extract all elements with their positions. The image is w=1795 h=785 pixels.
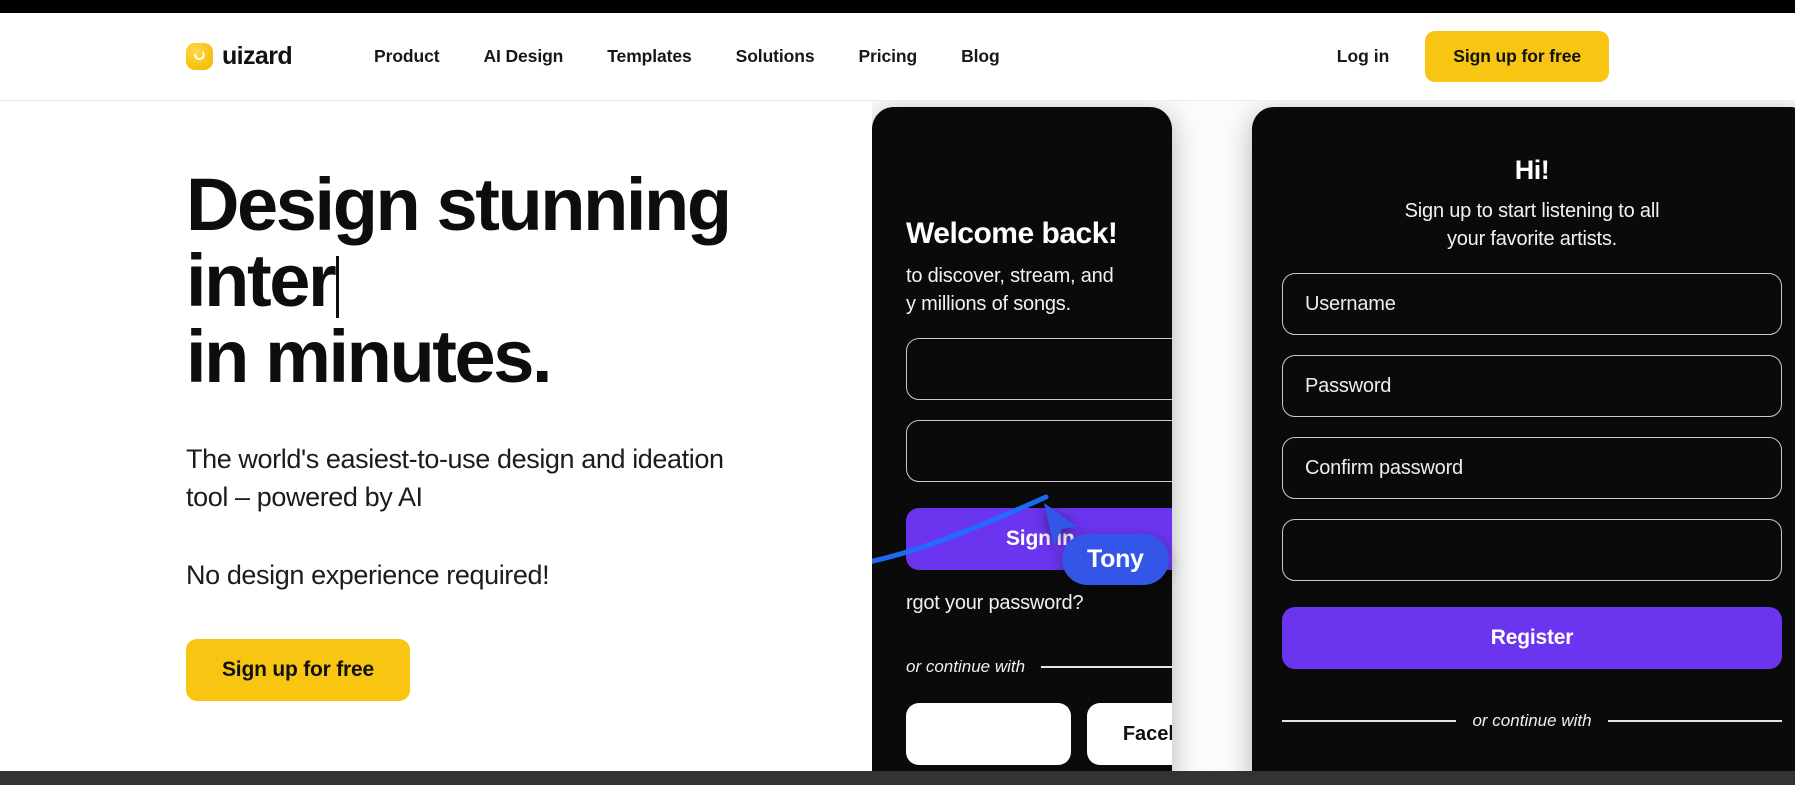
- nav-item-blog[interactable]: Blog: [939, 36, 1021, 77]
- hero-subtitle-secondary: No design experience required!: [186, 560, 550, 591]
- signin-forgot-password-link[interactable]: rgot your password?: [906, 592, 1172, 615]
- hero-subtitle: The world's easiest-to-use design and id…: [186, 443, 724, 512]
- signin-social-button-1[interactable]: [906, 703, 1071, 766]
- signup-extra-field[interactable]: [1282, 519, 1782, 582]
- nav-item-ai-design[interactable]: AI Design: [461, 36, 585, 77]
- hero-headline: Design stunning inter in minutes.: [186, 163, 906, 399]
- signup-confirm-password-field[interactable]: Confirm password: [1282, 437, 1782, 500]
- signup-password-field[interactable]: Password: [1282, 355, 1782, 418]
- signin-field-2[interactable]: [906, 420, 1172, 483]
- signup-divider: or continue with: [1282, 711, 1783, 731]
- browser-bottom-bar: [0, 771, 1795, 785]
- signup-divider-label: or continue with: [1472, 711, 1592, 731]
- hero-headline-line-1: Design stunning: [186, 163, 732, 246]
- mockup-signin-inner: Welcome back! to discover, stream, and y…: [872, 217, 1172, 766]
- signin-subtitle-line-1: to discover, stream, and: [906, 265, 1114, 287]
- nav-links: Product AI Design Templates Solutions Pr…: [352, 36, 1022, 77]
- brand-logo-link[interactable]: uizard: [186, 42, 293, 70]
- signup-divider-rule-left: [1282, 720, 1457, 723]
- signup-subtitle-line-1: Sign up to start listening to all: [1404, 200, 1660, 222]
- signup-subtitle-line-2: your favorite artists.: [1446, 227, 1618, 250]
- signin-social-row: Facebook: [906, 703, 1172, 766]
- mockup-signin-card: Welcome back! to discover, stream, and y…: [872, 107, 1172, 771]
- signin-divider: or continue with: [906, 657, 1172, 677]
- hero-mockup-stage: Welcome back! to discover, stream, and y…: [872, 101, 1795, 771]
- hero-headline-line-3: in minutes.: [186, 315, 553, 399]
- nav-signup-button[interactable]: Sign up for free: [1425, 31, 1609, 82]
- uizard-smiley-logo-icon: [186, 43, 213, 70]
- signin-submit-button[interactable]: Sign in: [906, 508, 1172, 571]
- hero-headline-line-2-wrap: inter: [186, 243, 906, 319]
- hero-headline-line-2: inter: [186, 239, 337, 323]
- hero-signup-button[interactable]: Sign up for free: [186, 638, 410, 701]
- nav-item-solutions[interactable]: Solutions: [714, 36, 837, 77]
- signin-divider-rule-right: [1041, 666, 1172, 669]
- signin-field-1[interactable]: [906, 338, 1172, 401]
- signup-title: Hi!: [1514, 155, 1550, 185]
- signup-subtitle: Sign up to start listening to all your f…: [1282, 198, 1782, 253]
- hero-section: Design stunning inter in minutes. The wo…: [0, 101, 1795, 771]
- login-link[interactable]: Log in: [1331, 38, 1395, 75]
- signin-social-button-facebook[interactable]: Facebook: [1087, 703, 1172, 766]
- site-navbar: uizard Product AI Design Templates Solut…: [0, 13, 1795, 101]
- browser-top-bar: [0, 0, 1795, 13]
- signup-username-field[interactable]: Username: [1282, 273, 1782, 336]
- mockup-signup-card: Hi! Sign up to start listening to all yo…: [1252, 107, 1795, 771]
- signup-divider-rule-right: [1607, 720, 1783, 723]
- signin-title: Welcome back!: [906, 217, 1118, 250]
- typing-caret-icon: [336, 256, 340, 319]
- signin-subtitle-line-2: y millions of songs.: [906, 292, 1071, 315]
- nav-item-templates[interactable]: Templates: [585, 36, 713, 77]
- brand-name: uizard: [222, 42, 293, 70]
- nav-actions: Log in Sign up for free: [1331, 31, 1609, 82]
- hero-copy: Design stunning inter in minutes. The wo…: [186, 163, 906, 701]
- mockup-signup-inner: Hi! Sign up to start listening to all yo…: [1252, 155, 1795, 731]
- page-root: uizard Product AI Design Templates Solut…: [0, 0, 1795, 785]
- nav-item-product[interactable]: Product: [352, 36, 461, 77]
- signin-subtitle: to discover, stream, and y millions of s…: [906, 263, 1172, 318]
- signup-register-button[interactable]: Register: [1282, 607, 1782, 670]
- signin-divider-label: or continue with: [906, 657, 1026, 677]
- nav-item-pricing[interactable]: Pricing: [836, 36, 939, 77]
